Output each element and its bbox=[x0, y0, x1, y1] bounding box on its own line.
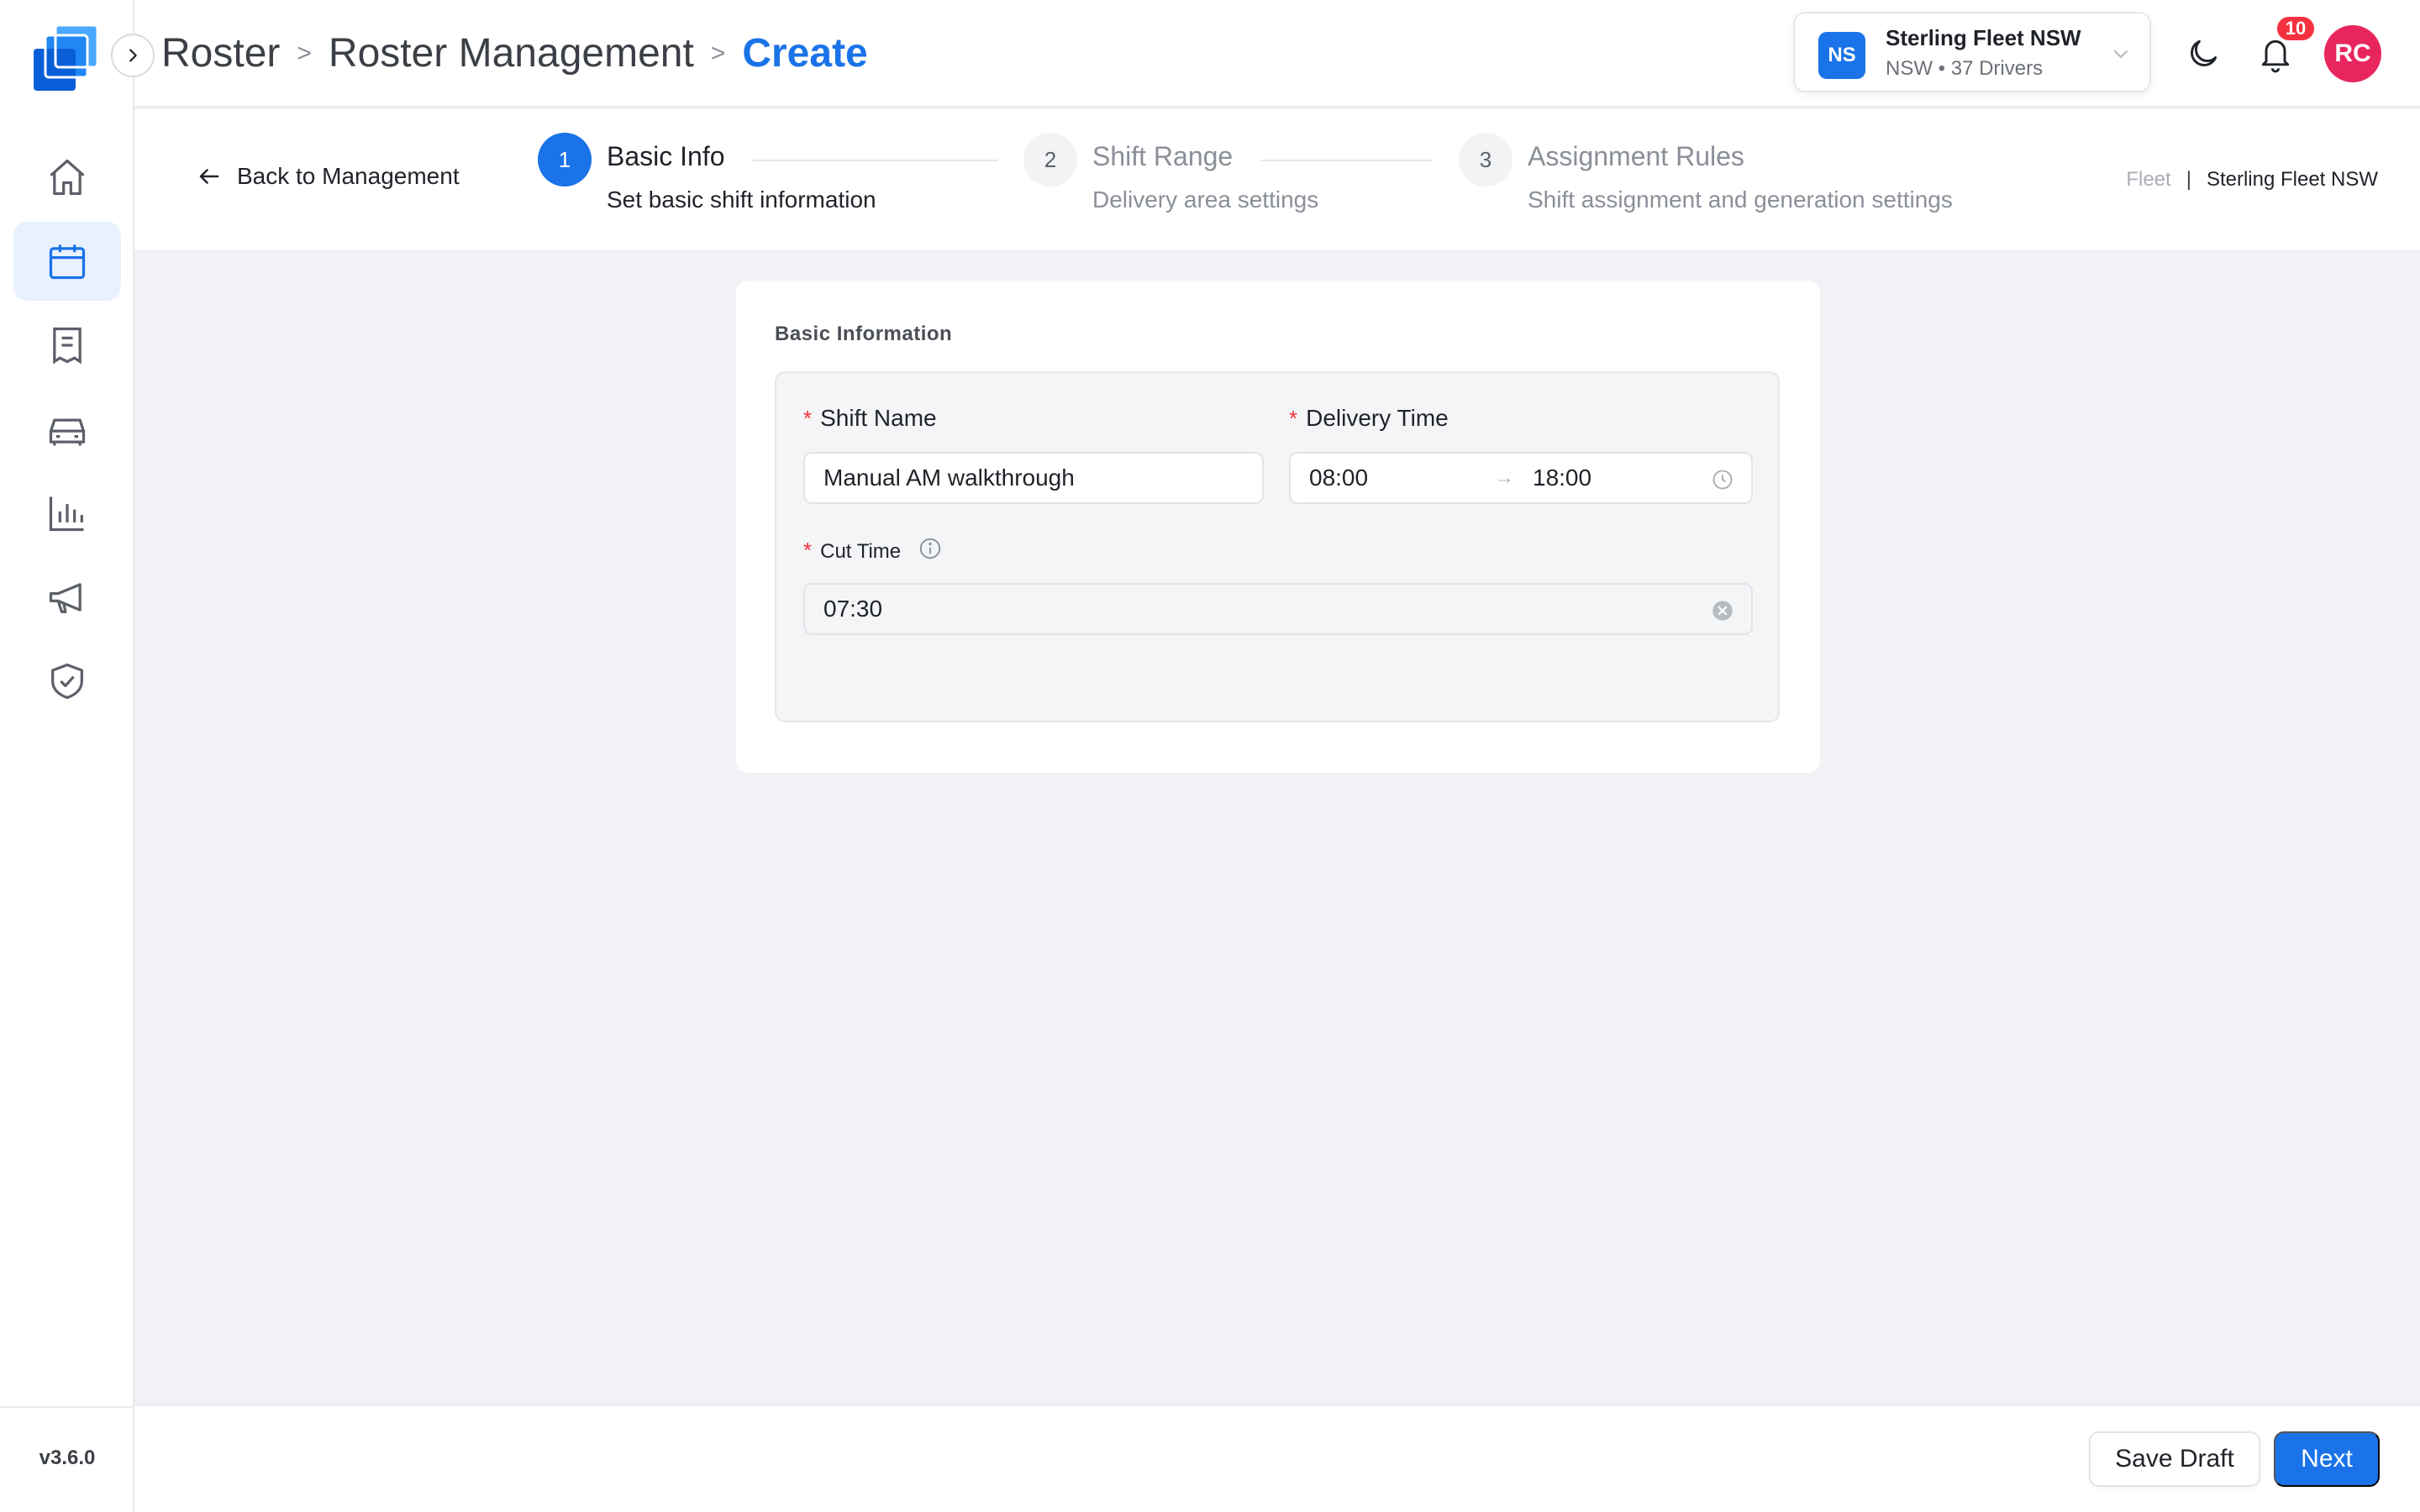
delivery-start-time[interactable]: 08:00 bbox=[1309, 465, 1368, 491]
step-description: Shift assignment and generation settings bbox=[1528, 186, 1953, 213]
sidebar-item-announcements[interactable] bbox=[13, 558, 121, 637]
delivery-end-time[interactable]: 18:00 bbox=[1533, 465, 1591, 491]
arrow-left-icon bbox=[197, 164, 237, 189]
app-version: v3.6.0 bbox=[39, 1446, 96, 1469]
megaphone-icon bbox=[45, 575, 89, 619]
save-draft-button[interactable]: Save Draft bbox=[2089, 1431, 2260, 1487]
step-title: Basic Info bbox=[607, 141, 725, 171]
info-icon[interactable] bbox=[918, 536, 943, 561]
step-connector bbox=[1260, 160, 1432, 161]
breadcrumb: Roster > Roster Management > Create bbox=[161, 30, 868, 76]
breadcrumb-separator: > bbox=[710, 39, 726, 67]
delivery-time-range-picker[interactable]: 08:00 → 18:00 bbox=[1289, 452, 1753, 504]
step-description: Set basic shift information bbox=[607, 186, 876, 213]
step-connector bbox=[753, 160, 998, 161]
fleet-initials-badge: NS bbox=[1818, 32, 1865, 79]
sidebar-item-home[interactable] bbox=[13, 138, 121, 217]
app-logo[interactable] bbox=[30, 24, 103, 94]
notification-count-badge: 10 bbox=[2275, 15, 2316, 42]
required-mark: * bbox=[803, 538, 813, 563]
chevron-down-icon bbox=[2111, 44, 2131, 64]
fleet-context: Fleet | Sterling Fleet NSW bbox=[2126, 168, 2378, 192]
step-title: Assignment Rules bbox=[1528, 141, 1744, 171]
fleet-context-separator: | bbox=[2186, 168, 2191, 191]
shift-name-label: * Shift Name bbox=[803, 405, 937, 432]
sidebar: v3.6.0 bbox=[0, 0, 134, 1512]
fleet-name: Sterling Fleet NSW bbox=[1886, 25, 2081, 50]
delivery-time-label-text: Delivery Time bbox=[1306, 405, 1449, 431]
sidebar-expand-button[interactable] bbox=[111, 34, 155, 77]
breadcrumb-current: Create bbox=[742, 31, 868, 76]
delivery-time-label: * Delivery Time bbox=[1289, 405, 1449, 432]
cut-time-value: 07:30 bbox=[823, 596, 883, 622]
step-title: Shift Range bbox=[1092, 141, 1234, 171]
back-label: Back to Management bbox=[237, 163, 460, 189]
top-header: Roster > Roster Management > Create NS S… bbox=[134, 0, 2420, 108]
car-icon bbox=[45, 407, 89, 451]
basic-info-panel: * Shift Name Manual AM walkthrough * Deliv… bbox=[775, 371, 1780, 722]
sidebar-item-roster[interactable] bbox=[13, 222, 121, 301]
sidebar-divider bbox=[0, 1406, 134, 1408]
required-mark: * bbox=[803, 406, 813, 431]
calendar-icon bbox=[45, 239, 89, 283]
fleet-subtitle: NSW • 37 Drivers bbox=[1886, 57, 2044, 80]
back-to-management-link[interactable]: Back to Management bbox=[197, 163, 460, 190]
required-mark: * bbox=[1289, 406, 1298, 431]
clock-icon bbox=[1711, 468, 1734, 491]
form-footer: Save Draft Next bbox=[134, 1404, 2420, 1512]
shift-name-label-text: Shift Name bbox=[820, 405, 937, 431]
document-list-icon bbox=[45, 323, 89, 367]
fleet-context-value: Sterling Fleet NSW bbox=[2206, 168, 2378, 191]
range-arrow-icon: → bbox=[1494, 466, 1514, 489]
shield-check-icon bbox=[45, 659, 89, 703]
sidebar-nav bbox=[13, 138, 121, 726]
sidebar-item-reports[interactable] bbox=[13, 474, 121, 553]
sidebar-item-vehicles[interactable] bbox=[13, 390, 121, 469]
cut-time-input[interactable]: 07:30 bbox=[803, 583, 1753, 635]
user-avatar[interactable]: RC bbox=[2324, 25, 2381, 82]
fleet-selector[interactable]: NS Sterling Fleet NSW NSW • 37 Drivers bbox=[1793, 12, 2151, 92]
bar-chart-icon bbox=[45, 491, 89, 535]
sidebar-item-compliance[interactable] bbox=[13, 642, 121, 721]
step-description: Delivery area settings bbox=[1092, 186, 1319, 213]
dark-mode-toggle[interactable] bbox=[2185, 35, 2222, 72]
fleet-context-label: Fleet bbox=[2126, 168, 2171, 191]
chevron-right-icon bbox=[124, 46, 142, 65]
step-number: 1 bbox=[538, 133, 592, 186]
moon-icon bbox=[2185, 35, 2222, 72]
step-number: 2 bbox=[1023, 133, 1077, 186]
breadcrumb-roster-management[interactable]: Roster Management bbox=[329, 30, 694, 76]
sidebar-item-orders[interactable] bbox=[13, 306, 121, 385]
step-number: 3 bbox=[1459, 133, 1512, 186]
cut-time-label: * Cut Time bbox=[803, 538, 901, 564]
basic-info-card: Basic Information * Shift Name Manual AM … bbox=[736, 281, 1820, 773]
shift-name-value: Manual AM walkthrough bbox=[823, 465, 1075, 491]
clear-icon[interactable] bbox=[1711, 599, 1734, 622]
section-title: Basic Information bbox=[775, 323, 953, 345]
next-button[interactable]: Next bbox=[2274, 1431, 2380, 1487]
breadcrumb-separator: > bbox=[297, 39, 312, 67]
shift-name-input[interactable]: Manual AM walkthrough bbox=[803, 452, 1264, 504]
steps-bar: Back to Management 1 Basic Info Set basi… bbox=[134, 109, 2420, 252]
cut-time-label-text: Cut Time bbox=[820, 540, 902, 563]
breadcrumb-roster[interactable]: Roster bbox=[161, 30, 280, 76]
home-icon bbox=[45, 155, 89, 199]
